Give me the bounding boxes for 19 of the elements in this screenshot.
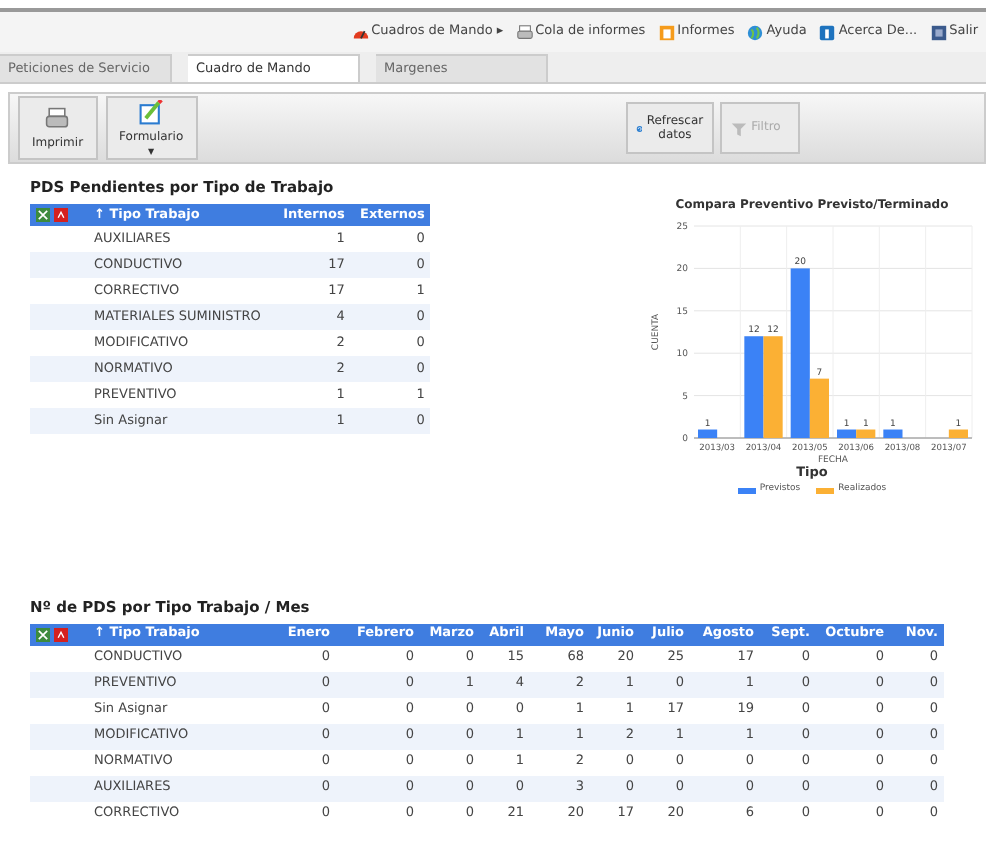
bar	[883, 429, 903, 438]
globe-icon	[746, 23, 765, 41]
spreadsheet-icon	[36, 208, 50, 223]
bar	[948, 429, 968, 438]
printer-icon	[44, 105, 71, 131]
bar	[698, 429, 718, 438]
legend-swatch	[816, 487, 835, 494]
spreadsheet-icon	[36, 627, 50, 642]
legend-swatch	[737, 487, 756, 494]
form-icon	[138, 100, 165, 126]
pdf-icon	[54, 208, 68, 223]
filter-icon	[729, 119, 748, 137]
bar	[744, 336, 764, 438]
printer-icon	[515, 23, 534, 41]
pdf-icon	[54, 627, 68, 642]
exit-icon	[929, 23, 948, 41]
info-icon	[818, 23, 837, 41]
report-icon	[657, 23, 676, 41]
bar	[763, 336, 783, 438]
